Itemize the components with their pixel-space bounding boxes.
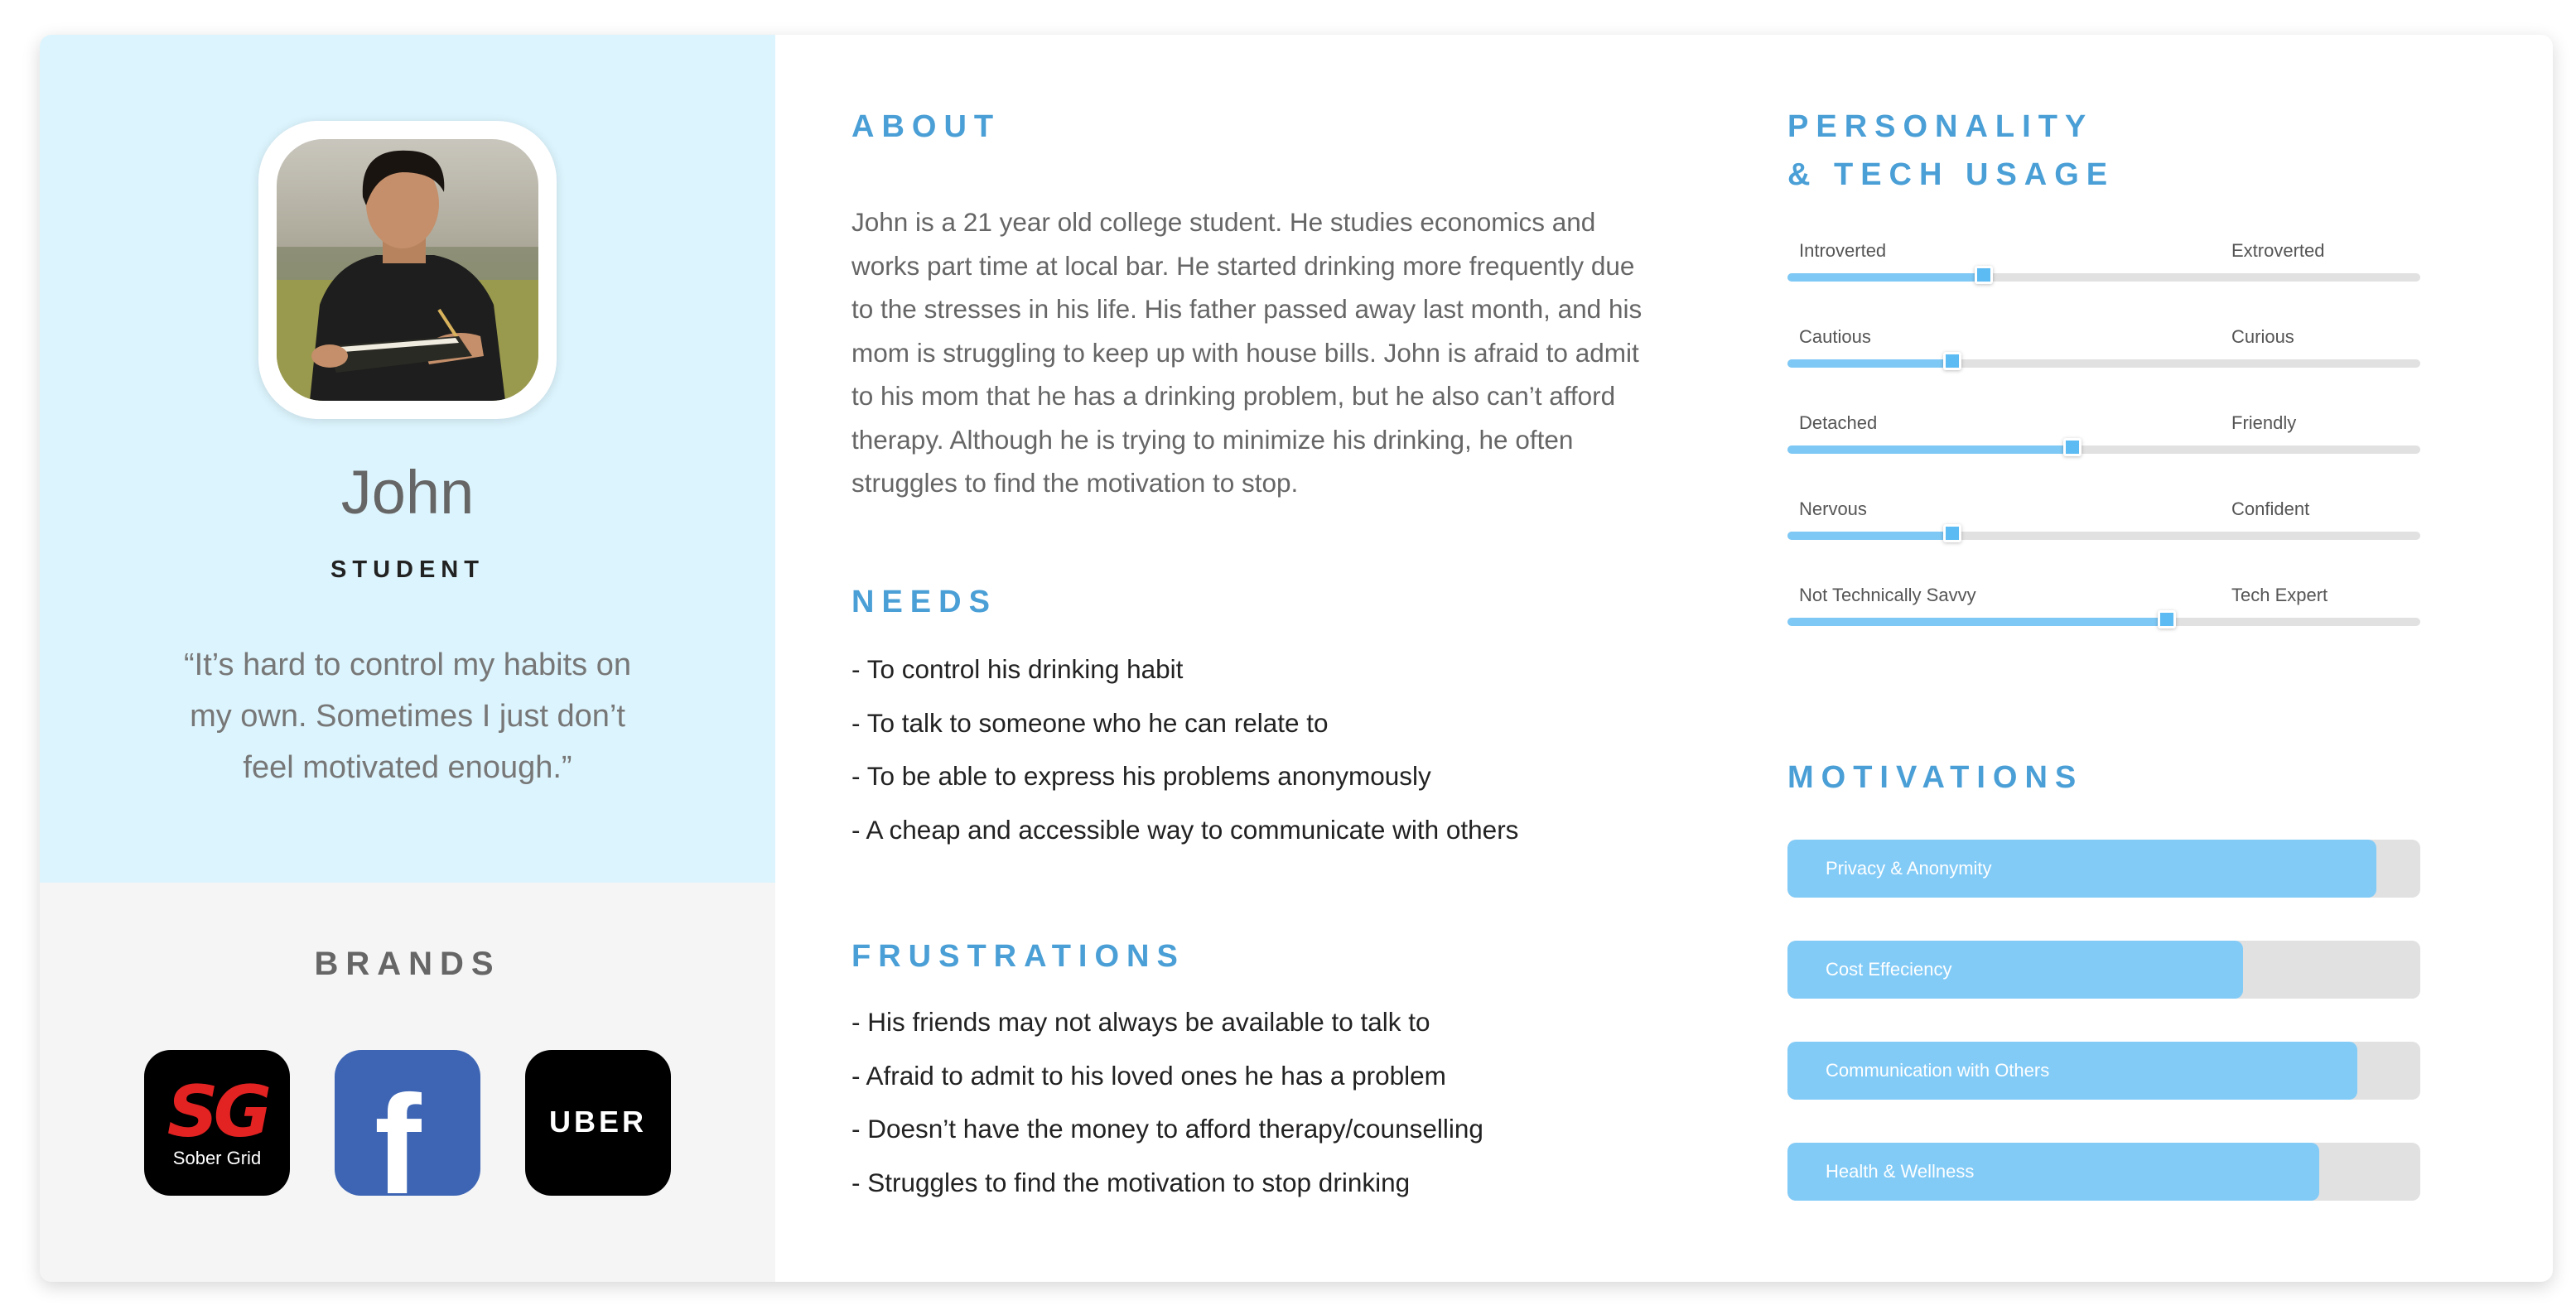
uber-mark: UBER <box>548 1105 647 1139</box>
motivation-bar: Privacy & Anonymity <box>1787 840 2420 898</box>
motivation-label: Privacy & Anonymity <box>1826 858 1992 879</box>
trait-handle <box>2062 438 2082 456</box>
trait-left-label: Not Technically Savvy <box>1799 585 1976 605</box>
trait-fill <box>1787 445 2072 454</box>
trait-slider: Not Technically Savvy Tech Expert <box>1787 585 2420 634</box>
trait-track <box>1787 438 2420 456</box>
trait-handle <box>1974 266 1993 284</box>
persona-quote: “It’s hard to control my habits on my ow… <box>184 648 631 785</box>
trait-left-label: Detached <box>1799 412 1878 433</box>
personality-title: PERSONALITY & TECH USAGE <box>1787 103 2115 199</box>
motivation-label: Cost Effeciency <box>1826 959 1952 980</box>
trait-left-label: Introverted <box>1799 240 1887 261</box>
persona-name: John <box>340 458 475 527</box>
motivation-bar: Cost Effeciency <box>1787 941 2420 999</box>
list-item: To talk to someone who he can relate to <box>851 696 1680 750</box>
list-item: His friends may not always be available … <box>851 995 1680 1049</box>
about-text: John is a 21 year old college student. H… <box>851 207 1643 498</box>
frustrations-list: His friends may not always be available … <box>851 995 1680 1209</box>
personality-title-line2: & TECH USAGE <box>1787 157 2115 192</box>
trait-fill <box>1787 273 1984 282</box>
motivation-bar: Health & Wellness <box>1787 1143 2420 1201</box>
sober-grid-label: Sober Grid <box>172 1148 262 1168</box>
avatar-frame <box>258 121 557 419</box>
trait-track <box>1787 352 2420 370</box>
trait-slider: Introverted Extroverted <box>1787 240 2420 290</box>
trait-left-label: Cautious <box>1799 326 1871 347</box>
motivation-bar: Communication with Others <box>1787 1042 2420 1100</box>
needs-title: NEEDS <box>851 585 997 619</box>
trait-right-label: Curious <box>2231 326 2294 347</box>
list-item: A cheap and accessible way to communicat… <box>851 803 1680 857</box>
personality-title-line1: PERSONALITY <box>1787 109 2094 144</box>
trait-fill <box>1787 618 2168 626</box>
trait-handle <box>1942 524 1961 542</box>
brands-panel: BRANDS SG Sober Grid f UBER <box>40 883 775 1282</box>
list-item: To be able to express his problems anony… <box>851 749 1680 803</box>
persona-card: John STUDENT “It’s hard to control my ha… <box>40 35 2553 1282</box>
persona-role: STUDENT <box>330 556 485 583</box>
trait-fill <box>1787 532 1952 540</box>
list-item: To control his drinking habit <box>851 643 1680 696</box>
avatar-photo <box>277 139 538 401</box>
trait-track <box>1787 266 2420 284</box>
list-item: Afraid to admit to his loved ones he has… <box>851 1049 1680 1103</box>
avatar <box>277 139 538 401</box>
list-item: Struggles to find the motivation to stop… <box>851 1156 1680 1210</box>
uber-logo: UBER <box>525 1050 671 1196</box>
brands-title: BRANDS <box>314 946 501 982</box>
about-title: ABOUT <box>851 109 1001 144</box>
motivation-label: Communication with Others <box>1826 1060 2050 1081</box>
trait-fill <box>1787 359 1952 368</box>
trait-handle <box>1942 352 1961 370</box>
profile-panel: John STUDENT “It’s hard to control my ha… <box>40 35 775 883</box>
trait-slider: Cautious Curious <box>1787 326 2420 376</box>
trait-track <box>1787 524 2420 542</box>
facebook-mark: f <box>374 1067 422 1196</box>
sober-grid-mark: SG <box>166 1071 273 1153</box>
trait-slider: Nervous Confident <box>1787 498 2420 548</box>
trait-right-label: Extroverted <box>2231 240 2325 261</box>
trait-right-label: Friendly <box>2231 412 2297 433</box>
motivations-title: MOTIVATIONS <box>1787 760 2084 795</box>
trait-right-label: Tech Expert <box>2231 585 2328 605</box>
trait-left-label: Nervous <box>1799 498 1867 519</box>
frustrations-title: FRUSTRATIONS <box>851 939 1185 974</box>
trait-slider: Detached Friendly <box>1787 412 2420 462</box>
motivation-label: Health & Wellness <box>1826 1161 1975 1182</box>
trait-track <box>1787 610 2420 628</box>
trait-handle <box>2158 610 2177 628</box>
needs-list: To control his drinking habit To talk to… <box>851 643 1680 856</box>
list-item: Doesn’t have the money to afford therapy… <box>851 1102 1680 1156</box>
sober-grid-logo: SG Sober Grid <box>144 1050 290 1196</box>
facebook-logo: f <box>335 1050 480 1196</box>
trait-right-label: Confident <box>2231 498 2310 519</box>
